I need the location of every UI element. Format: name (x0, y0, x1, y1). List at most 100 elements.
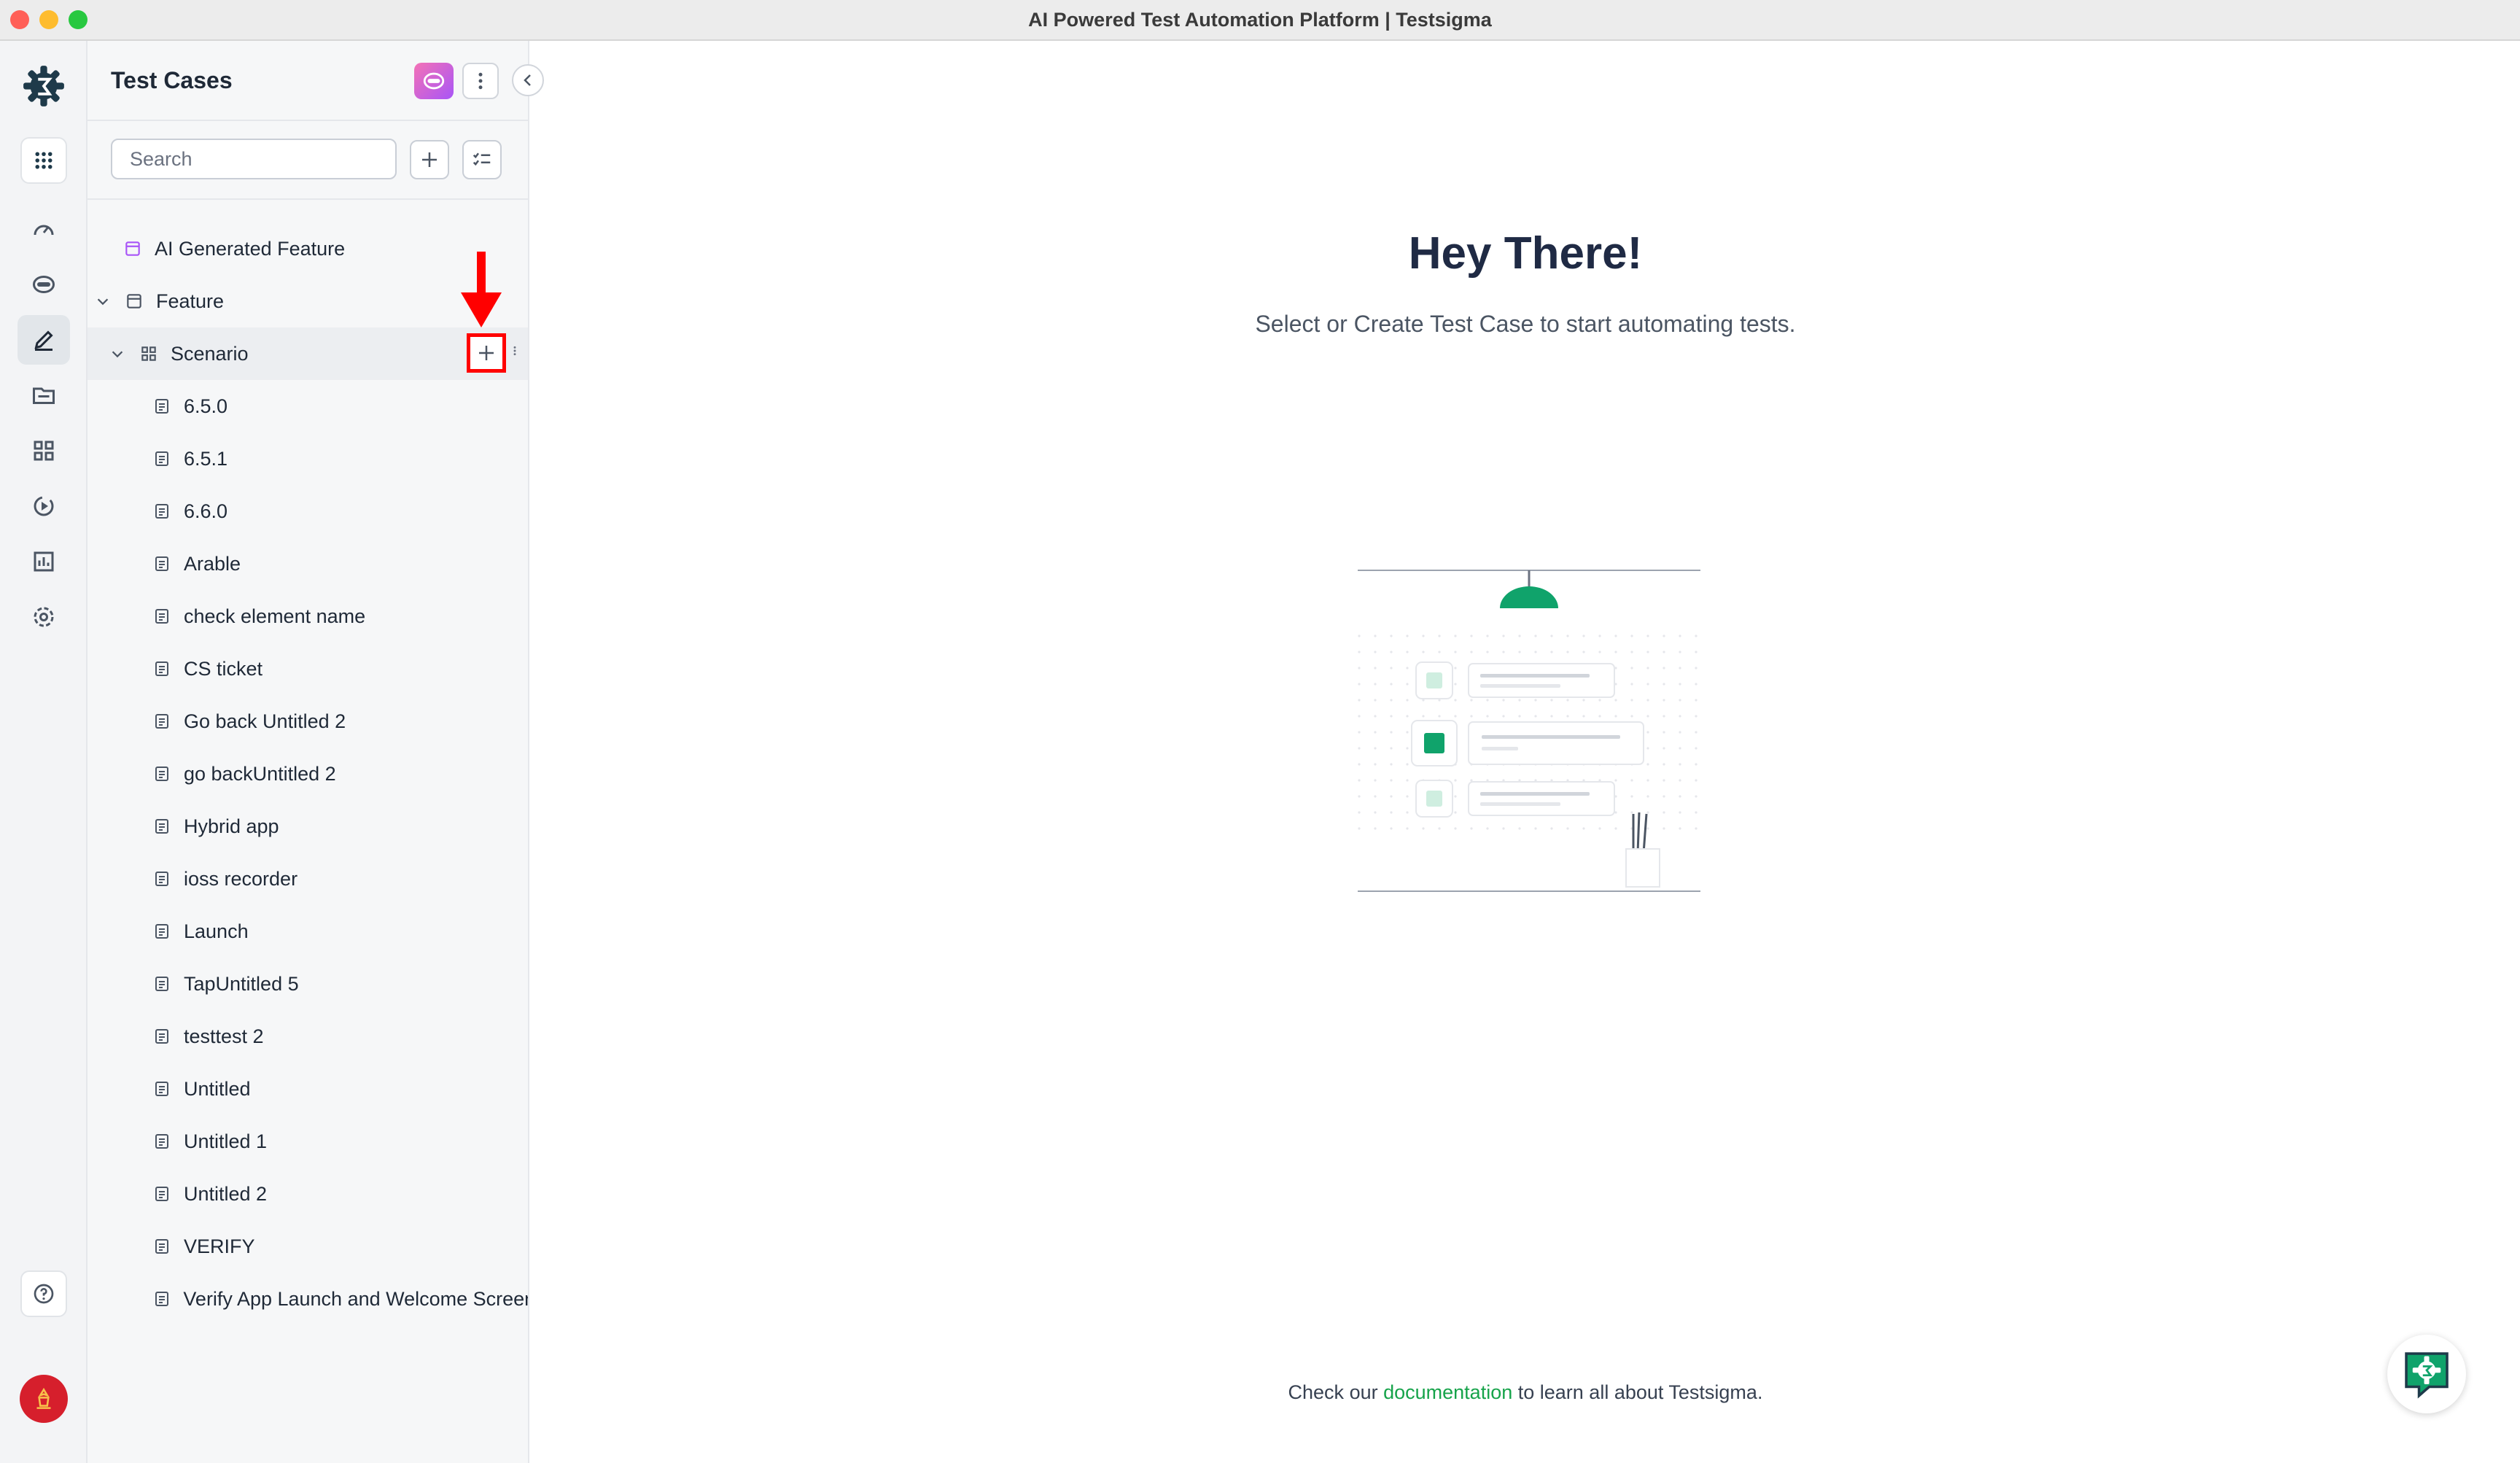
test-case-label: Arable (184, 552, 241, 575)
test-case-label: CS ticket (184, 657, 263, 680)
divider (88, 120, 528, 121)
test-case-label: check element name (184, 605, 366, 627)
chevron-down-icon[interactable] (109, 346, 125, 362)
divider (88, 198, 528, 200)
test-case-item[interactable]: Untitled 2 (88, 1168, 528, 1220)
test-case-label: Untitled 2 (184, 1182, 268, 1205)
test-case-item[interactable]: ioss recorder (88, 853, 528, 905)
red-arrow-annotation (461, 252, 502, 327)
test-case-icon (152, 974, 172, 994)
test-case-icon (152, 764, 172, 784)
scenario-icon (139, 344, 159, 364)
test-case-item[interactable]: VERIFY (88, 1220, 528, 1273)
more-options-button[interactable] (462, 63, 499, 99)
tree-item-label: Scenario (171, 342, 249, 365)
dashboard-icon[interactable] (18, 206, 70, 255)
test-case-label: Launch (184, 920, 249, 942)
reports-icon[interactable] (18, 537, 70, 586)
bulk-select-button[interactable] (462, 140, 502, 179)
test-case-item[interactable]: Go back Untitled 2 (88, 695, 528, 748)
test-case-item[interactable]: CS ticket (88, 643, 528, 695)
test-case-icon (152, 659, 172, 679)
test-case-label: VERIFY (184, 1235, 255, 1257)
test-case-icon (152, 449, 172, 469)
chevron-left-icon (524, 74, 531, 86)
tree-item-label: Feature (156, 290, 225, 312)
empty-state-illustration (1358, 570, 1700, 892)
test-case-label: TapUntitled 5 (184, 972, 299, 995)
runs-icon[interactable] (18, 481, 70, 531)
avatar-icon[interactable] (20, 1375, 68, 1423)
ai-assistant-button[interactable] (414, 63, 454, 99)
test-case-icon (152, 711, 172, 732)
main-content: Hey There! Select or Create Test Case to… (531, 41, 2520, 1463)
test-case-item[interactable]: 6.5.1 (88, 432, 528, 485)
test-data-icon[interactable] (18, 370, 70, 420)
test-case-item[interactable]: Launch (88, 905, 528, 958)
test-case-label: Untitled (184, 1077, 251, 1100)
welcome-heading: Hey There! (1408, 228, 1643, 279)
test-case-item[interactable]: Untitled (88, 1063, 528, 1115)
feature-icon (122, 238, 143, 259)
test-case-label: 6.6.0 (184, 500, 228, 522)
test-case-item[interactable]: 6.6.0 (88, 485, 528, 538)
test-case-item[interactable]: testtest 2 (88, 1010, 528, 1063)
test-case-icon (152, 1289, 171, 1309)
checklist-icon (472, 152, 491, 166)
footer-suffix: to learn all about Testsigma. (1517, 1381, 1763, 1403)
chevron-down-icon[interactable] (95, 293, 111, 309)
test-case-label: 6.5.0 (184, 395, 228, 417)
test-case-item[interactable]: go backUntitled 2 (88, 748, 528, 800)
test-case-icon (152, 501, 172, 521)
test-case-icon (152, 554, 172, 574)
documentation-note: Check our documentation to learn all abo… (531, 1381, 2520, 1404)
test-case-icon (152, 921, 172, 942)
welcome-subheading: Select or Create Test Case to start auto… (1255, 311, 1796, 337)
elements-icon[interactable] (18, 426, 70, 476)
test-case-icon (152, 606, 172, 626)
test-case-item[interactable]: Arable (88, 538, 528, 590)
test-case-label: Hybrid app (184, 815, 279, 837)
window-title: AI Powered Test Automation Platform | Te… (1028, 9, 1492, 31)
test-case-label: go backUntitled 2 (184, 762, 336, 785)
test-case-label: Verify App Launch and Welcome Screen (183, 1287, 528, 1310)
test-case-item[interactable]: Verify App Launch and Welcome Screen (88, 1273, 528, 1325)
test-case-item[interactable]: 6.5.0 (88, 380, 528, 432)
test-case-item[interactable]: Hybrid app (88, 800, 528, 853)
test-case-label: ioss recorder (184, 867, 298, 890)
scenario-more-icon[interactable] (509, 340, 521, 368)
test-case-label: Untitled 1 (184, 1130, 268, 1152)
test-case-item[interactable]: TapUntitled 5 (88, 958, 528, 1010)
collapse-panel-button[interactable] (512, 64, 544, 96)
test-case-label: 6.5.1 (184, 447, 228, 470)
test-case-label: testtest 2 (184, 1025, 264, 1047)
test-case-item[interactable]: check element name (88, 590, 528, 643)
test-case-label: Go back Untitled 2 (184, 710, 346, 732)
chat-icon (2405, 1352, 2449, 1399)
help-icon[interactable] (20, 1270, 67, 1317)
test-case-item[interactable]: Untitled 1 (88, 1115, 528, 1168)
feature-icon (124, 291, 144, 311)
search-input[interactable] (111, 139, 397, 179)
test-case-icon (152, 1131, 172, 1152)
add-test-case-button[interactable] (410, 140, 449, 179)
test-case-icon (152, 1079, 172, 1099)
plus-icon (479, 346, 494, 360)
panel-title: Test Cases (111, 67, 233, 93)
tree-item-scenario[interactable]: Scenario (88, 327, 528, 380)
test-case-icon (152, 396, 172, 416)
footer-prefix: Check our (1288, 1381, 1378, 1403)
test-case-icon (152, 1236, 172, 1257)
support-chat-button[interactable] (2387, 1335, 2466, 1413)
apps-grid-icon[interactable] (20, 137, 67, 184)
scenario-add-button[interactable] (467, 333, 506, 373)
documentation-link[interactable]: documentation (1383, 1381, 1512, 1403)
test-cases-icon[interactable] (18, 315, 70, 365)
tree-item-label: AI Generated Feature (155, 237, 346, 260)
settings-icon[interactable] (18, 592, 70, 642)
testsigma-logo-icon[interactable] (18, 61, 70, 111)
test-case-icon (152, 869, 172, 889)
test-case-icon (152, 816, 172, 837)
ai-agent-icon[interactable] (18, 260, 70, 309)
test-case-icon (152, 1184, 172, 1204)
